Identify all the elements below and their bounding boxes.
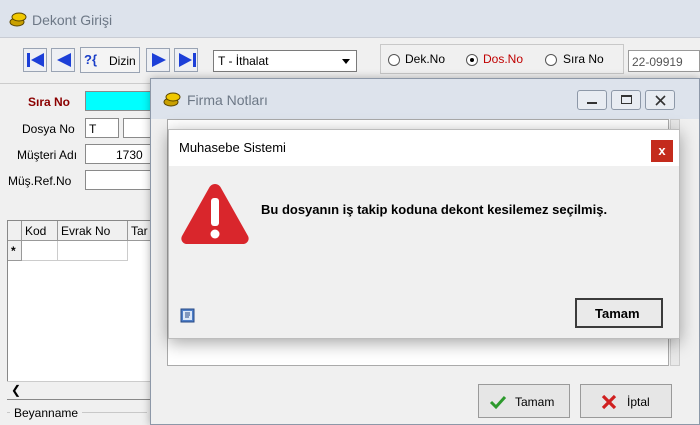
next-arrow-icon [152, 53, 166, 67]
sira-no-radio[interactable] [545, 54, 557, 66]
firma-cancel-button[interactable]: İptal [580, 384, 672, 418]
next-record-button[interactable] [146, 48, 170, 72]
dek-no-label: Dek.No [405, 52, 446, 66]
grid-header-evrak-no[interactable]: Evrak No [58, 221, 128, 241]
new-row-marker: * [11, 244, 16, 258]
grid-cell[interactable] [22, 241, 58, 261]
firma-ok-label: Tamam [515, 395, 555, 409]
dizin-icon: ?{ [84, 52, 97, 67]
minimize-icon [587, 102, 597, 104]
maximize-icon [621, 95, 632, 104]
firma-notlari-title: Firma Notları [187, 92, 268, 108]
app-coins-icon [9, 12, 27, 27]
mus-ref-no-field-label: Müş.Ref.No [8, 174, 72, 188]
dosya-no-prefix-value: T [89, 122, 97, 136]
last-record-button[interactable] [174, 48, 198, 72]
close-icon [655, 95, 666, 106]
sira-no-field-label: Sıra No [28, 95, 71, 109]
dosya-no-search-value: 22-09919 [632, 55, 683, 69]
firma-notlari-titlebar: Firma Notları [151, 79, 699, 119]
import-type-select[interactable]: T - İthalat [213, 50, 357, 72]
dos-no-label: Dos.No [483, 52, 524, 66]
message-text: Bu dosyanın iş takip koduna dekont kesil… [261, 202, 608, 217]
sira-no-label: Sıra No [563, 52, 604, 66]
dos-no-radio[interactable] [466, 54, 478, 66]
dek-no-radio[interactable] [388, 54, 400, 66]
sira-no-field[interactable] [85, 91, 155, 111]
grid-horizontal-scrollbar[interactable]: ❮ [7, 381, 153, 399]
main-window-title: Dekont Girişi [32, 12, 113, 28]
last-record-icon [179, 53, 196, 67]
message-close-button[interactable]: x [651, 140, 673, 162]
firma-coins-icon [163, 92, 181, 107]
dosya-no-prefix-field[interactable]: T [85, 118, 119, 138]
grid-header-kod[interactable]: Kod [22, 221, 58, 241]
firma-cancel-label: İptal [627, 395, 650, 409]
musteri-adi-field[interactable]: 1730 [85, 144, 155, 164]
checkmark-icon [489, 395, 507, 410]
previous-record-button[interactable] [51, 48, 75, 72]
message-dialog-titlebar: Muhasebe Sistemi x [169, 130, 679, 166]
scroll-left-arrow-icon[interactable]: ❮ [11, 383, 21, 397]
previous-arrow-icon [57, 53, 71, 67]
close-window-button[interactable] [645, 90, 675, 110]
message-ok-label: Tamam [595, 306, 640, 321]
mus-ref-no-field[interactable] [85, 170, 155, 190]
cancel-x-icon [601, 394, 617, 410]
muhasebe-message-dialog: Muhasebe Sistemi x Bu dosyanın iş takip … [168, 129, 680, 339]
dosya-no-search-input[interactable]: 22-09919 [628, 50, 700, 72]
dizin-label: Dizin [109, 54, 136, 68]
maximize-button[interactable] [611, 90, 641, 110]
help-book-icon[interactable] [179, 306, 197, 324]
chevron-down-icon [342, 59, 350, 64]
dosya-no-field-label: Dosya No [22, 122, 75, 136]
musteri-adi-field-label: Müşteri Adı [17, 148, 78, 162]
grid-new-row-indicator: * [8, 241, 22, 261]
main-window-titlebar: Dekont Girişi [0, 0, 700, 38]
import-type-value: T - İthalat [218, 54, 269, 68]
grid-cell[interactable] [58, 241, 128, 261]
message-dialog-title: Muhasebe Sistemi [179, 140, 286, 155]
beyanname-group-label: Beyanname [10, 406, 83, 420]
close-icon: x [658, 143, 666, 158]
message-ok-button[interactable]: Tamam [575, 298, 663, 328]
dizin-button[interactable]: ?{ Dizin [80, 47, 140, 73]
message-dialog-body [169, 166, 679, 286]
first-record-button[interactable] [23, 48, 47, 72]
minimize-button[interactable] [577, 90, 607, 110]
musteri-adi-value: 1730 [116, 148, 143, 162]
grid-corner [8, 221, 22, 241]
firma-ok-button[interactable]: Tamam [478, 384, 570, 418]
first-record-icon [27, 53, 44, 67]
dekont-grid[interactable]: Kod Evrak No Tar * [7, 220, 154, 400]
error-warning-icon [181, 184, 249, 244]
